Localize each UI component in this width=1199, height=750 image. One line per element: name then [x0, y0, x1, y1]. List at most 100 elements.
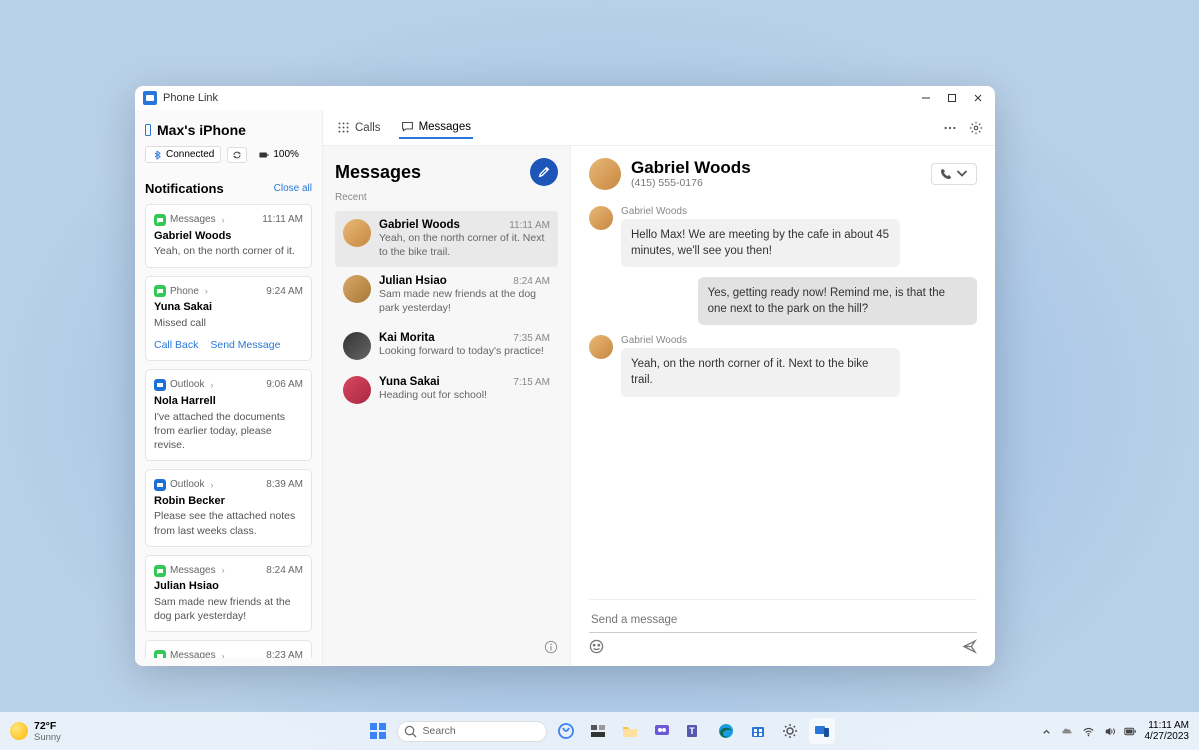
message-group: Gabriel Woods Hello Max! We are meeting b…: [589, 206, 977, 267]
contact-phone: (415) 555-0176: [631, 177, 751, 189]
taskbar-search[interactable]: Search: [397, 721, 547, 742]
messages-app-icon: [154, 214, 166, 226]
taskbar-app-copilot[interactable]: [553, 718, 579, 744]
tray-volume-icon[interactable]: [1103, 725, 1116, 738]
notification-card[interactable]: Outlook›8:39 AM Robin Becker Please see …: [145, 469, 312, 547]
maximize-button[interactable]: [947, 93, 957, 103]
message-avatar: [589, 335, 613, 359]
tray-battery-icon[interactable]: [1124, 725, 1137, 738]
notification-body: Yeah, on the north corner of it.: [154, 244, 303, 258]
notification-action[interactable]: Call Back: [154, 338, 198, 352]
message-bubble: Hello Max! We are meeting by the cafe in…: [621, 219, 900, 267]
notification-card[interactable]: Messages›8:24 AM Julian Hsiao Sam made n…: [145, 555, 312, 633]
thread-name: Julian Hsiao: [379, 275, 447, 287]
thread-item[interactable]: Julian Hsiao 8:24 AM Sam made new friends…: [335, 267, 558, 323]
thread-item[interactable]: Kai Morita7:35 AM Looking forward to tod…: [335, 324, 558, 368]
message-bubble: Yes, getting ready now! Remind me, is th…: [698, 277, 977, 325]
tray-chevron-icon[interactable]: [1040, 725, 1053, 738]
thread-time: 7:15 AM: [513, 377, 550, 388]
chevron-right-icon: ›: [222, 650, 225, 658]
tray-onedrive-icon[interactable]: [1061, 725, 1074, 738]
notifications-heading: Notifications: [145, 181, 224, 196]
search-icon: [404, 725, 417, 738]
outlook-app-icon: [154, 479, 166, 491]
notification-app: Messages: [170, 564, 216, 578]
call-button[interactable]: [931, 163, 977, 185]
thread-preview: Looking forward to today's practice!: [379, 345, 550, 359]
taskbar-clock[interactable]: 11:11 AM 4/27/2023: [1145, 720, 1190, 742]
compose-button[interactable]: [530, 158, 558, 186]
notification-action[interactable]: Send Message: [210, 338, 280, 352]
refresh-button[interactable]: [227, 147, 247, 163]
thread-name: Yuna Sakai: [379, 376, 440, 388]
notification-body: Sam made new friends at the dog park yes…: [154, 595, 303, 623]
phone-icon: [145, 124, 151, 136]
notification-card[interactable]: Messages›8:23 AM Julian Hsiao Thanks for…: [145, 640, 312, 658]
notification-title: Yuna Sakai: [154, 300, 303, 315]
taskbar-app-edge[interactable]: [713, 718, 739, 744]
taskbar-app-store[interactable]: [745, 718, 771, 744]
notification-title: Robin Becker: [154, 494, 303, 509]
thread-name: Gabriel Woods: [379, 219, 460, 231]
message-sender: Gabriel Woods: [621, 206, 900, 217]
send-icon[interactable]: [962, 639, 977, 654]
notification-time: 11:11 AM: [262, 213, 303, 227]
sun-icon: [10, 722, 28, 740]
thread-item[interactable]: Yuna Sakai7:15 AM Heading out for school…: [335, 368, 558, 412]
message-group: Gabriel WoodsYeah, on the north corner o…: [589, 335, 977, 396]
notification-card[interactable]: Phone›9:24 AM Yuna Sakai Missed callCall…: [145, 276, 312, 362]
notification-app: Outlook: [170, 478, 204, 492]
taskbar-app-chat[interactable]: [649, 718, 675, 744]
notification-body: I've attached the documents from earlier…: [154, 410, 303, 453]
notification-app: Phone: [170, 285, 199, 299]
thread-avatar: [343, 332, 371, 360]
topbar: Calls Messages: [323, 110, 995, 146]
info-icon[interactable]: [544, 640, 558, 654]
message-group: Yes, getting ready now! Remind me, is th…: [589, 277, 977, 325]
refresh-icon: [232, 150, 242, 160]
notification-title: Gabriel Woods: [154, 229, 303, 244]
notification-card[interactable]: Messages›11:11 AM Gabriel Woods Yeah, on…: [145, 204, 312, 268]
thread-item[interactable]: Gabriel Woods11:11 AM Yeah, on the north…: [335, 211, 558, 267]
close-all-link[interactable]: Close all: [274, 183, 312, 194]
sidebar: Max's iPhone Connected 100% Notification…: [135, 110, 323, 666]
chevron-right-icon: ›: [210, 479, 213, 491]
taskbar-app-teams[interactable]: T: [681, 718, 707, 744]
settings-icon[interactable]: [969, 121, 983, 135]
chevron-right-icon: ›: [205, 285, 208, 297]
app-icon: [143, 91, 157, 105]
conversation-panel: Gabriel Woods (415) 555-0176 Gabriel Woo…: [571, 146, 995, 666]
taskbar-app-explorer[interactable]: [617, 718, 643, 744]
taskbar-app-taskview[interactable]: [585, 718, 611, 744]
titlebar[interactable]: Phone Link: [135, 86, 995, 110]
notification-time: 8:39 AM: [266, 478, 303, 492]
notification-app: Messages: [170, 213, 216, 227]
notification-list: Messages › 11:11 AM Gabriel Woods Yeah, on…: [145, 204, 312, 658]
bluetooth-icon: [152, 150, 162, 160]
tray-wifi-icon[interactable]: [1082, 725, 1095, 738]
weather-widget[interactable]: 72°F Sunny: [10, 720, 61, 743]
thread-time: 8:24 AM: [513, 276, 550, 287]
tab-messages[interactable]: Messages: [399, 116, 473, 139]
svg-text:T: T: [689, 726, 695, 736]
minimize-button[interactable]: [921, 93, 931, 103]
thread-preview: Sam made new friends at the dog park yes…: [379, 288, 550, 315]
thread-avatar: [343, 275, 371, 303]
tab-calls[interactable]: Calls: [335, 117, 383, 138]
connection-status[interactable]: Connected: [145, 146, 221, 163]
start-button[interactable]: [365, 718, 391, 744]
thread-avatar: [343, 376, 371, 404]
message-input[interactable]: [589, 608, 977, 633]
outlook-app-icon: [154, 379, 166, 391]
notification-card[interactable]: Outlook›9:06 AM Nola Harrell I've attach…: [145, 369, 312, 461]
close-button[interactable]: [973, 93, 983, 103]
taskbar-app-phonelink[interactable]: [809, 718, 835, 744]
battery-icon: [259, 150, 269, 160]
phone-link-window: Phone Link Max's iPhone Connected: [135, 86, 995, 666]
notification-time: 8:24 AM: [266, 564, 303, 578]
more-icon[interactable]: [943, 121, 957, 135]
message-bubble: Yeah, on the north corner of it. Next to…: [621, 348, 900, 396]
emoji-icon[interactable]: [589, 639, 604, 654]
taskbar-app-settings[interactable]: [777, 718, 803, 744]
device-name: Max's iPhone: [145, 122, 312, 138]
